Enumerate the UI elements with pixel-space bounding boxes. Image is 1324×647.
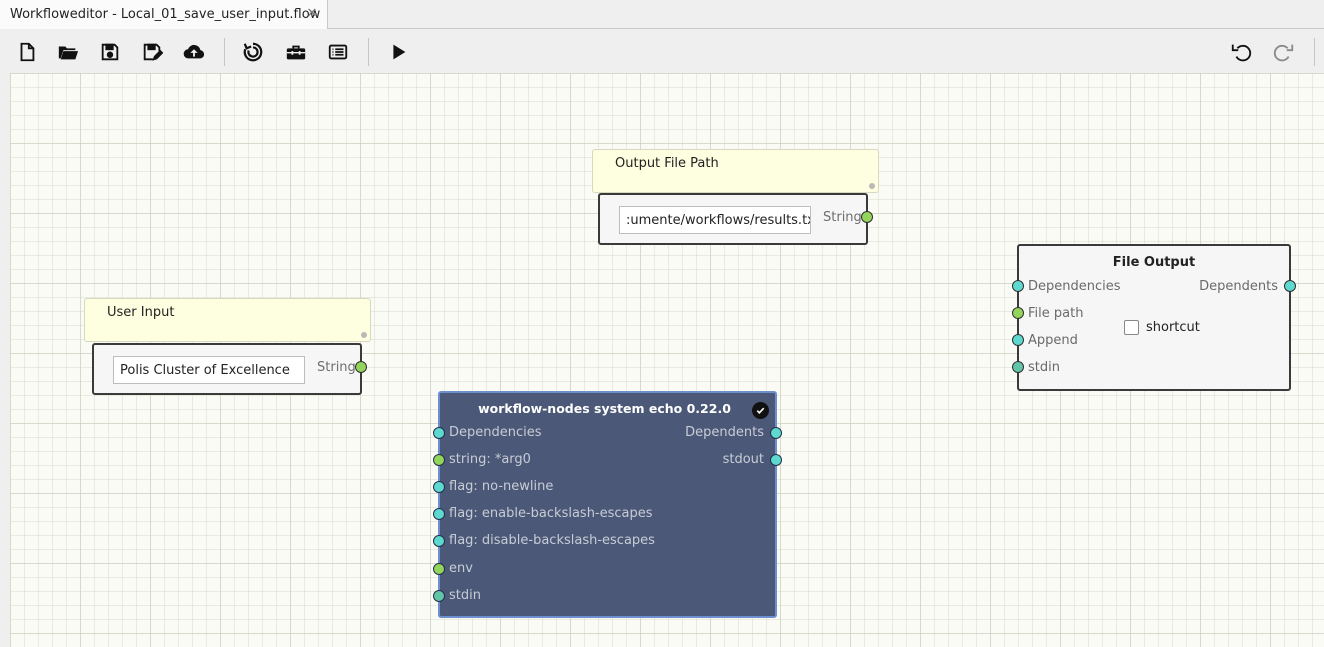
note-output-file-path[interactable]: Output File Path <box>592 149 879 193</box>
workflow-canvas[interactable]: Output File Path :umente/workflows/resul… <box>10 73 1324 647</box>
note-title: Output File Path <box>615 156 719 171</box>
port-label: Dependencies <box>449 425 542 440</box>
port-label: stdin <box>449 588 481 603</box>
checkbox-label: shortcut <box>1146 320 1200 335</box>
input-port-disable-backslash-escapes[interactable] <box>433 535 445 547</box>
toolbar-separator <box>1314 38 1315 66</box>
toolbar-separator <box>368 38 369 66</box>
port-label: File path <box>1028 306 1084 321</box>
tab-workflow-file[interactable]: Workfloweditor - Local_01_save_user_inpu… <box>0 0 328 29</box>
port-label: stdin <box>1028 360 1060 375</box>
port-label: Append <box>1028 333 1078 348</box>
output-port-stdout[interactable] <box>770 454 782 466</box>
resize-grip-icon[interactable] <box>361 332 367 338</box>
port-label: flag: no-newline <box>449 479 554 494</box>
check-circle-icon <box>752 402 769 419</box>
shortcut-checkbox[interactable] <box>1124 320 1139 335</box>
port-label: Dependents <box>685 425 764 440</box>
toolbar-separator <box>224 38 225 66</box>
output-port-string[interactable] <box>355 361 367 373</box>
node-title: workflow-nodes system echo 0.22.0 <box>478 401 731 416</box>
undo-icon[interactable] <box>1228 39 1254 65</box>
toolbar <box>0 30 1324 73</box>
input-port-env[interactable] <box>433 563 445 575</box>
output-port-dependents[interactable] <box>1284 280 1296 292</box>
file-output-node[interactable]: File Output Dependencies File path Appen… <box>1012 244 1296 391</box>
input-port-dependencies[interactable] <box>433 427 445 439</box>
input-port-dependencies[interactable] <box>1012 280 1024 292</box>
output-path-input[interactable]: :umente/workflows/results.txt <box>619 206 811 234</box>
output-port-dependents[interactable] <box>770 427 782 439</box>
user-input-field[interactable]: Polis Cluster of Excellence <box>113 356 305 384</box>
port-label: stdout <box>722 452 764 467</box>
port-label: flag: disable-backslash-escapes <box>449 533 655 548</box>
port-label: flag: enable-backslash-escapes <box>449 506 653 521</box>
string-node-user-input[interactable]: Polis Cluster of Excellence String <box>92 343 367 395</box>
output-type-label: String <box>317 360 356 375</box>
open-folder-icon[interactable] <box>55 39 81 65</box>
output-type-label: String <box>823 210 862 225</box>
input-port-stdin[interactable] <box>1012 361 1024 373</box>
input-port-string-arg0[interactable] <box>433 454 445 466</box>
port-label: string: *arg0 <box>449 452 531 467</box>
port-label: env <box>449 561 473 576</box>
new-file-icon[interactable] <box>14 39 40 65</box>
redo-icon[interactable] <box>1271 39 1297 65</box>
note-user-input[interactable]: User Input <box>84 298 371 342</box>
input-port-enable-backslash-escapes[interactable] <box>433 508 445 520</box>
run-icon[interactable] <box>385 39 411 65</box>
input-port-no-newline[interactable] <box>433 481 445 493</box>
port-label: Dependents <box>1199 279 1278 294</box>
input-port-file-path[interactable] <box>1012 307 1024 319</box>
input-port-stdin[interactable] <box>433 590 445 602</box>
note-title: User Input <box>107 305 175 320</box>
echo-node[interactable]: workflow-nodes system echo 0.22.0 Depend… <box>433 391 782 618</box>
close-icon[interactable]: ✕ <box>305 6 319 21</box>
tab-title: Workfloweditor - Local_01_save_user_inpu… <box>10 7 321 22</box>
upload-cloud-icon[interactable] <box>181 39 207 65</box>
save-as-icon[interactable] <box>139 39 165 65</box>
input-port-append[interactable] <box>1012 334 1024 346</box>
port-label: Dependencies <box>1028 279 1121 294</box>
save-icon[interactable] <box>97 39 123 65</box>
node-title: File Output <box>1112 255 1196 270</box>
resize-grip-icon[interactable] <box>869 183 875 189</box>
layout-icon[interactable] <box>240 39 266 65</box>
list-icon[interactable] <box>325 39 351 65</box>
output-port-string[interactable] <box>861 211 873 223</box>
tab-bar: Workfloweditor - Local_01_save_user_inpu… <box>0 0 1324 29</box>
string-node-output-path[interactable]: :umente/workflows/results.txt String <box>598 193 873 245</box>
toolbox-icon[interactable] <box>283 39 309 65</box>
